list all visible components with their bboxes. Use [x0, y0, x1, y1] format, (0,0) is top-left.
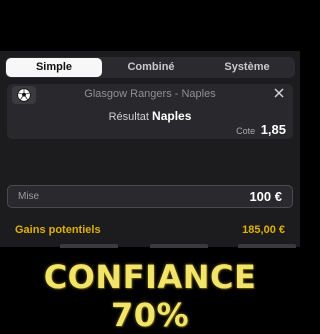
result-label: Résultat [108, 111, 149, 123]
result-value: Naples [152, 109, 192, 123]
stake-value: 100 € [249, 189, 282, 204]
remove-selection-button[interactable] [272, 86, 286, 100]
tab-systeme[interactable]: Système [199, 58, 295, 77]
tab-stub [60, 244, 118, 248]
bet-type-tabs: Simple Combiné Système [5, 57, 295, 78]
odds-label: Cote [236, 126, 256, 136]
tab-stub [150, 244, 208, 248]
partial-tab-bar [0, 244, 300, 248]
stake-input[interactable]: Mise 100 € [7, 185, 293, 208]
confidence-banner: CONFIANCE 70% [43, 258, 257, 334]
tab-combine[interactable]: Combiné [103, 58, 199, 77]
potential-winnings-label: Gains potentiels [15, 224, 101, 236]
bet-slip-panel [0, 51, 300, 247]
match-title: Glasgow Rangers - Naples [84, 88, 216, 100]
stake-label: Mise [18, 191, 40, 202]
tab-simple[interactable]: Simple [6, 58, 102, 77]
odds: Cote 1,85 [236, 122, 286, 137]
potential-winnings-value: 185,00 € [242, 224, 285, 236]
bet-selection-card: Glasgow Rangers - Naples Résultat Naples… [7, 84, 293, 139]
selection-result: Résultat Naples [7, 109, 293, 123]
odds-value: 1,85 [260, 122, 286, 137]
close-icon [274, 88, 284, 98]
top-band [0, 0, 300, 51]
tab-stub [238, 244, 296, 248]
